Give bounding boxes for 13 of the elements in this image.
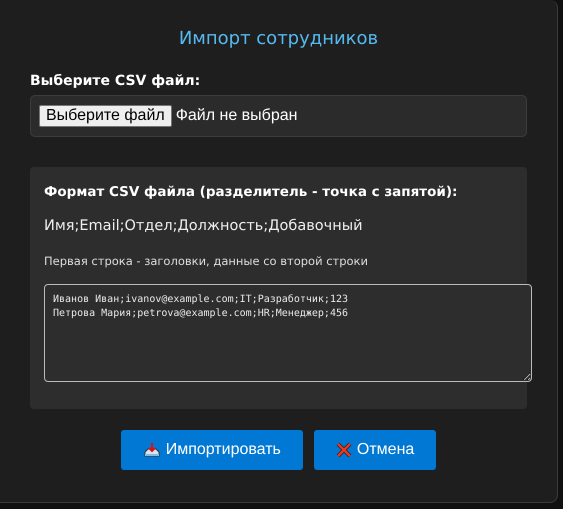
- cancel-button[interactable]: Отмена: [314, 430, 436, 470]
- choose-file-button[interactable]: Выберите файл: [39, 105, 172, 127]
- dialog-title: Импорт сотрудников: [178, 28, 380, 49]
- format-note: Первая строка - заголовки, данные со второй строки: [44, 254, 369, 268]
- file-input-field[interactable]: Выберите файл Файл не выбран: [30, 95, 527, 137]
- file-status: Файл не выбран: [176, 107, 298, 125]
- example-text-area[interactable]: Иванов Иван;ivanov@example.com;IT;Разработчик;123 Петрова Мария;petrova@example.com;HR;Менеджер;456: [44, 284, 532, 382]
- field-label: Выберите CSV файл:: [30, 73, 202, 89]
- inbox-tray-icon: [142, 442, 161, 458]
- import-button[interactable]: Импортировать: [120, 430, 303, 470]
- close-icon: [336, 442, 352, 458]
- format-heading: Формат CSV файла (разделитель - точка с запятой):: [44, 184, 458, 200]
- columns-text: Имя;Email;Отдел;Должность;Добавочный: [44, 218, 364, 234]
